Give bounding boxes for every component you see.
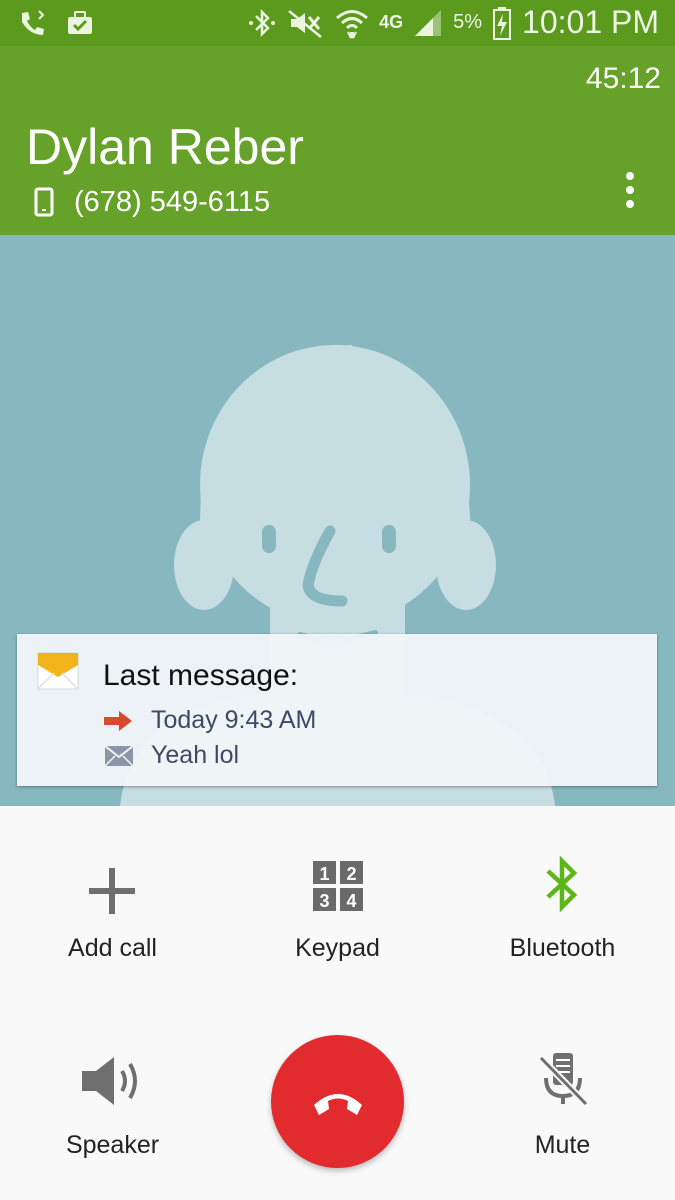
- last-message-time: Today 9:43 AM: [151, 706, 317, 734]
- call-header: 45:12 Dylan Reber (678) 549-6115: [0, 46, 675, 235]
- signal-icon: [415, 9, 442, 36]
- mobile-phone-icon: [34, 187, 54, 217]
- speaker-button[interactable]: Speaker: [0, 1046, 225, 1176]
- battery-icon: [493, 6, 512, 40]
- microphone-muted-icon: [538, 1053, 589, 1107]
- caller-number: (678) 549-6115: [74, 186, 271, 218]
- caller-name: Dylan Reber: [26, 119, 304, 175]
- keypad-icon: 1 2 3 4: [313, 861, 363, 911]
- keypad-digit-3: 3: [319, 891, 329, 911]
- last-message-title: Last message:: [103, 659, 299, 692]
- briefcase-icon: [68, 11, 92, 34]
- add-call-label: Add call: [68, 934, 157, 962]
- status-bar-left: [18, 9, 94, 37]
- last-message-text: Yeah lol: [151, 741, 240, 769]
- mute-label: Mute: [534, 1131, 591, 1159]
- keypad-button[interactable]: 1 2 3 4 Keypad: [225, 846, 450, 976]
- keypad-digit-1: 1: [319, 864, 329, 884]
- call-controls: Add call 1 2 3 4 Keypad Bluetooth Speake…: [0, 806, 675, 1200]
- bluetooth-button[interactable]: Bluetooth: [450, 846, 675, 976]
- hang-up-icon: [314, 1094, 362, 1115]
- status-bar: 4G 5% 10:01 PM: [0, 0, 675, 46]
- call-timer: 45:12: [585, 62, 661, 95]
- status-bar-right: 4G 5% 10:01 PM: [247, 4, 659, 41]
- mute-button[interactable]: Mute: [450, 1046, 675, 1176]
- sent-arrow-icon: [104, 711, 132, 731]
- network-type: 4G: [379, 12, 404, 32]
- mail-icon: [104, 745, 134, 767]
- keypad-digit-2: 2: [346, 864, 356, 884]
- wifi-icon: [336, 9, 369, 38]
- last-message-card[interactable]: Last message: Today 9:43 AM Yeah lol: [17, 634, 657, 786]
- call-icon: [22, 10, 45, 35]
- keypad-digit-4: 4: [346, 891, 356, 911]
- bluetooth-icon: [249, 8, 276, 37]
- bluetooth-label: Bluetooth: [509, 934, 616, 962]
- keypad-label: Keypad: [295, 934, 380, 962]
- envelope-icon: [37, 652, 79, 690]
- end-call-button[interactable]: [271, 1035, 404, 1168]
- mute-icon: [288, 9, 322, 38]
- bluetooth-icon: [546, 855, 578, 913]
- battery-percent: 5%: [453, 11, 483, 33]
- more-options-icon[interactable]: [618, 170, 642, 210]
- plus-icon: [89, 868, 135, 914]
- add-call-button[interactable]: Add call: [0, 846, 225, 976]
- speaker-label: Speaker: [65, 1131, 160, 1159]
- speaker-icon: [82, 1057, 137, 1105]
- clock: 10:01 PM: [522, 4, 659, 40]
